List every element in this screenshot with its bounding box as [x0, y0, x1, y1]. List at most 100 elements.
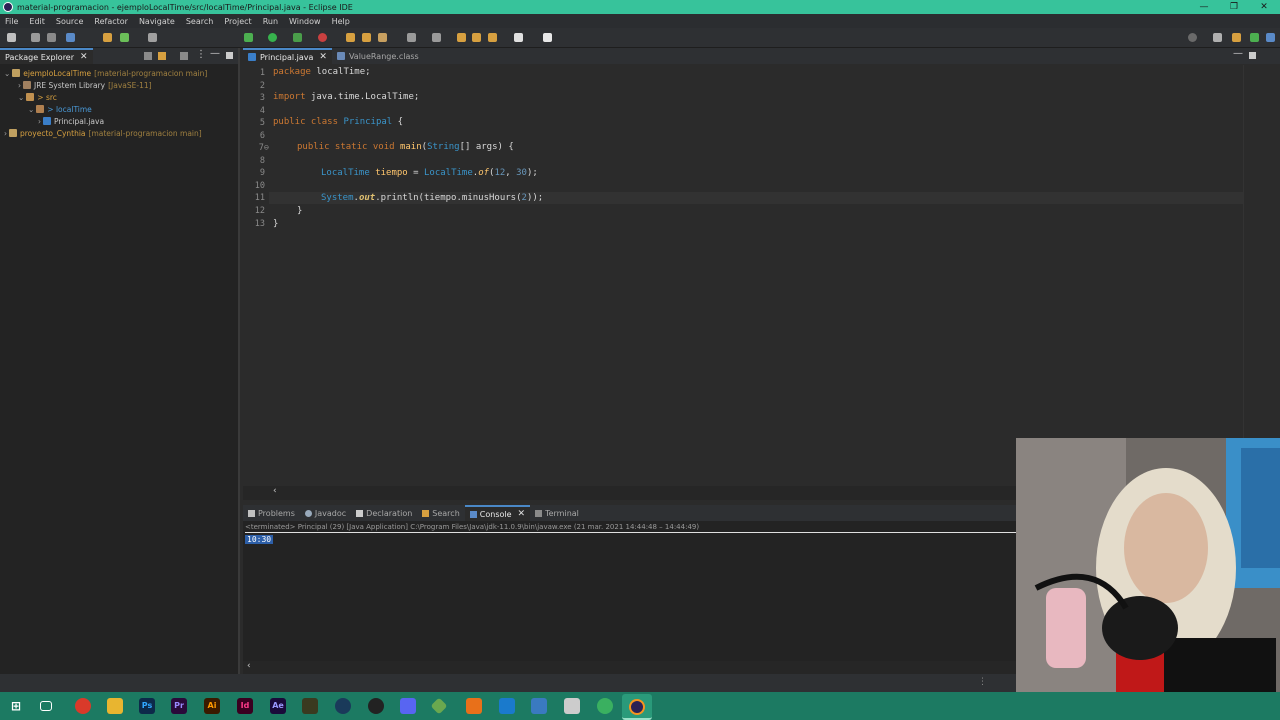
toggle-icon[interactable]: [148, 33, 157, 42]
tab-label: Declaration: [366, 508, 413, 518]
windows-start-icon[interactable]: ⊞: [8, 698, 24, 714]
discord-icon[interactable]: [400, 698, 416, 714]
menu-file[interactable]: File: [5, 17, 18, 26]
tab-label: Javadoc: [314, 508, 347, 518]
github-icon[interactable]: [368, 698, 384, 714]
collapse-all-icon[interactable]: [144, 52, 152, 60]
unity-icon[interactable]: [564, 698, 580, 714]
sourcetree-icon[interactable]: [430, 697, 448, 715]
maximize-button[interactable]: ❐: [1218, 0, 1250, 14]
menu-source[interactable]: Source: [56, 17, 83, 26]
search-tool-icon[interactable]: [432, 33, 441, 42]
menu-run[interactable]: Run: [263, 17, 278, 26]
menu-project[interactable]: Project: [224, 17, 251, 26]
new-class-icon[interactable]: [378, 33, 387, 42]
network-icon[interactable]: [531, 698, 547, 714]
forward-icon[interactable]: [514, 33, 523, 42]
menu-edit[interactable]: Edit: [29, 17, 45, 26]
photoshop-icon[interactable]: Ps: [139, 698, 155, 714]
terminal-icon[interactable]: [66, 33, 75, 42]
console-horizontal-scrollbar[interactable]: ‹: [243, 661, 1016, 675]
eclipse-taskbar-button[interactable]: [622, 694, 652, 720]
open-type-icon[interactable]: [407, 33, 416, 42]
save-all-icon[interactable]: [47, 33, 56, 42]
tab-javadoc[interactable]: Javadoc: [300, 505, 351, 521]
refresh-app-icon[interactable]: [597, 698, 613, 714]
external-tools-icon[interactable]: [318, 33, 327, 42]
pin-editor-icon[interactable]: [543, 33, 552, 42]
tree-item-src[interactable]: ⌄ > src: [18, 91, 57, 103]
build-icon[interactable]: [103, 33, 112, 42]
console-output[interactable]: 10:30: [245, 535, 274, 544]
code-token: [] args) {: [459, 142, 514, 152]
filter-icon[interactable]: [180, 52, 188, 60]
eclipse-icon: [629, 699, 645, 715]
new-icon[interactable]: [7, 33, 16, 42]
premiere-icon[interactable]: Pr: [171, 698, 187, 714]
tab-problems[interactable]: Problems: [243, 505, 300, 521]
steam-icon[interactable]: [335, 698, 351, 714]
file-explorer-icon[interactable]: [107, 698, 123, 714]
minimize-button[interactable]: —: [1188, 0, 1220, 14]
vscode-icon[interactable]: [499, 698, 515, 714]
code-token: }: [297, 206, 303, 216]
tab-package-explorer[interactable]: Package Explorer ✕: [0, 48, 93, 64]
close-window-button[interactable]: ✕: [1248, 0, 1280, 14]
tab-declaration[interactable]: Declaration: [351, 505, 417, 521]
coverage-icon[interactable]: [293, 33, 302, 42]
new-package-icon[interactable]: [362, 33, 371, 42]
main-toolbar: [0, 28, 1280, 48]
next-annotation-icon[interactable]: [472, 33, 481, 42]
tree-item-principal-java[interactable]: › Principal.java: [38, 115, 104, 127]
tab-terminal[interactable]: Terminal: [530, 505, 584, 521]
menu-search[interactable]: Search: [186, 17, 213, 26]
minimize-view-icon[interactable]: —: [210, 48, 220, 59]
scroll-left-icon[interactable]: ‹: [273, 486, 277, 496]
java-perspective-icon[interactable]: [1232, 33, 1241, 42]
indesign-icon[interactable]: Id: [237, 698, 253, 714]
close-icon[interactable]: ✕: [80, 52, 88, 62]
prev-annotation-icon[interactable]: [457, 33, 466, 42]
tree-item-localtime[interactable]: ⌄ > localTime: [28, 103, 92, 115]
maximize-view-icon[interactable]: [226, 52, 233, 59]
view-menu-icon[interactable]: ⋮: [196, 49, 206, 60]
menu-help[interactable]: Help: [332, 17, 350, 26]
debug-perspective-icon[interactable]: [1250, 33, 1259, 42]
chrome-icon[interactable]: [75, 698, 91, 714]
menu-refactor[interactable]: Refactor: [94, 17, 128, 26]
tab-label: Search: [432, 508, 460, 518]
tree-item-ejemplolocaltime[interactable]: ⌄ ejemploLocalTime [material-programacio…: [4, 67, 207, 79]
tree-item-proyecto-cynthia[interactable]: › proyecto_Cynthia [material-programacio…: [4, 127, 202, 139]
scroll-left-icon[interactable]: ‹: [247, 661, 251, 671]
menu-navigate[interactable]: Navigate: [139, 17, 175, 26]
back-icon[interactable]: [488, 33, 497, 42]
after-effects-icon[interactable]: Ae: [270, 698, 286, 714]
save-icon[interactable]: [31, 33, 40, 42]
minimize-editor-icon[interactable]: —: [1233, 48, 1243, 59]
code-editor[interactable]: Principal.java ✕ ValueRange.class — 1 2 …: [243, 48, 1280, 500]
tree-item-jre[interactable]: › JRE System Library [JavaSE-11]: [18, 79, 152, 91]
debug-icon[interactable]: [244, 33, 253, 42]
sublime-icon[interactable]: [466, 698, 482, 714]
tab-principal-java[interactable]: Principal.java ✕: [243, 48, 332, 64]
task-view-icon[interactable]: [40, 701, 52, 711]
close-icon[interactable]: ✕: [319, 52, 327, 62]
app-icon[interactable]: [302, 698, 318, 714]
refresh-icon[interactable]: [120, 33, 129, 42]
illustrator-icon[interactable]: Ai: [204, 698, 220, 714]
run-icon[interactable]: [268, 33, 277, 42]
new-java-project-icon[interactable]: [346, 33, 355, 42]
tab-console[interactable]: Console ✕: [464, 505, 531, 521]
line-number[interactable]: 7⊖: [243, 143, 269, 153]
close-icon[interactable]: ✕: [518, 509, 526, 519]
tab-valuerange-class[interactable]: ValueRange.class: [332, 48, 424, 64]
menu-window[interactable]: Window: [289, 17, 321, 26]
link-editor-icon[interactable]: [158, 52, 166, 60]
git-perspective-icon[interactable]: [1266, 33, 1275, 42]
editor-overview-ruler[interactable]: [1243, 65, 1256, 487]
perspective-icon[interactable]: [1213, 33, 1222, 42]
line-number: 10: [254, 181, 265, 191]
search-icon[interactable]: [1188, 33, 1197, 42]
tab-search[interactable]: Search: [417, 505, 464, 521]
maximize-editor-icon[interactable]: [1249, 52, 1256, 59]
